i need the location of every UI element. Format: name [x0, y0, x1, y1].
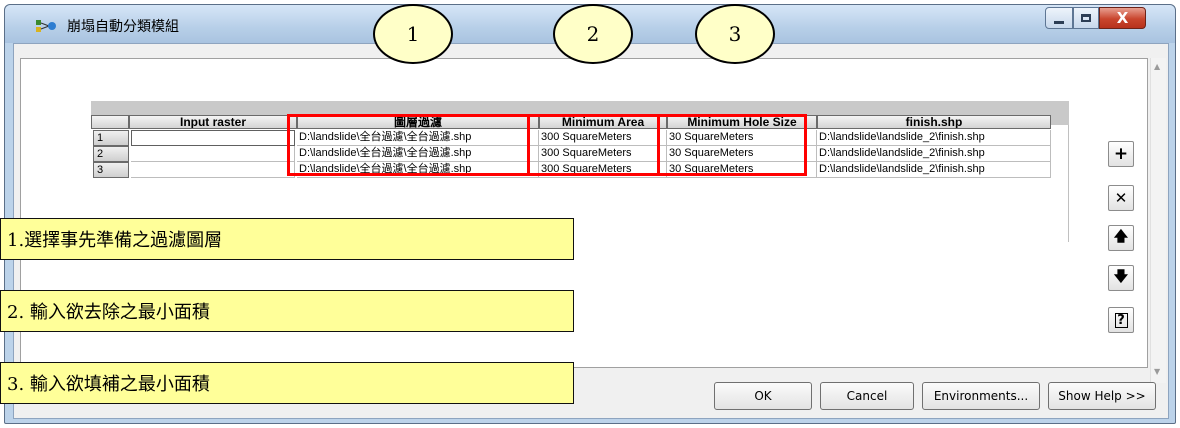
dialog-window: 崩塌自動分類模組 X Input raster 圖層過濾 Minimum Are…	[4, 4, 1176, 424]
move-down-button[interactable]: 🡇	[1108, 265, 1134, 291]
input-raster-cell[interactable]	[131, 130, 295, 146]
minimum-area-cell[interactable]: 300 SquareMeters	[539, 162, 667, 178]
minimum-hole-size-cell[interactable]: 30 SquareMeters	[667, 130, 817, 146]
row-number[interactable]: 2	[93, 146, 129, 162]
cancel-button[interactable]: Cancel	[820, 382, 914, 410]
minimize-button[interactable]	[1045, 7, 1073, 29]
finish-shp-cell[interactable]: D:\landslide\landslide_2\finish.shp	[817, 130, 1051, 146]
help-button[interactable]: ?	[1108, 307, 1134, 333]
finish-shp-cell[interactable]: D:\landslide\landslide_2\finish.shp	[817, 162, 1051, 178]
grid-corner-header	[91, 115, 129, 129]
column-header-finish-shp[interactable]: finish.shp	[817, 115, 1051, 129]
add-row-button[interactable]: +	[1108, 141, 1134, 167]
close-button[interactable]: X	[1099, 7, 1146, 29]
column-header-input-raster[interactable]: Input raster	[129, 115, 297, 129]
scroll-up-icon[interactable]: ▲	[1154, 62, 1160, 71]
maximize-icon	[1081, 14, 1091, 22]
delete-row-button[interactable]: ✕	[1108, 185, 1134, 211]
column-header-minimum-area[interactable]: Minimum Area	[539, 115, 667, 129]
table-row: 2 D:\landslide\全台過濾\全台過濾.shp 300 SquareM…	[91, 146, 1051, 162]
note-select-filter-layer: 1.選擇事先準備之過濾圖層	[0, 218, 574, 260]
column-header-minimum-hole-size[interactable]: Minimum Hole Size	[667, 115, 817, 129]
minimum-hole-size-cell[interactable]: 30 SquareMeters	[667, 162, 817, 178]
model-icon	[36, 20, 56, 32]
input-raster-cell[interactable]	[131, 146, 295, 162]
filter-layer-cell[interactable]: D:\landslide\全台過濾\全台過濾.shp	[297, 162, 539, 178]
callout-1: 1	[373, 4, 453, 64]
finish-shp-cell[interactable]: D:\landslide\landslide_2\finish.shp	[817, 146, 1051, 162]
column-header-filter-layer[interactable]: 圖層過濾	[297, 115, 539, 129]
window-title: 崩塌自動分類模組	[67, 19, 179, 35]
callout-2: 2	[553, 4, 633, 64]
row-number[interactable]: 1	[93, 130, 129, 146]
delete-icon: ✕	[1114, 189, 1128, 207]
minimum-area-cell[interactable]: 300 SquareMeters	[539, 130, 667, 146]
note-minimum-area: 2. 輸入欲去除之最小面積	[0, 290, 574, 332]
table-row: 3 D:\landslide\全台過濾\全台過濾.shp 300 SquareM…	[91, 162, 1051, 178]
maximize-button[interactable]	[1073, 7, 1099, 29]
row-number[interactable]: 3	[93, 162, 129, 178]
ok-button[interactable]: OK	[714, 382, 812, 410]
arrow-down-icon: 🡇	[1113, 269, 1129, 285]
move-up-button[interactable]: 🡅	[1108, 225, 1134, 251]
show-help-button[interactable]: Show Help >>	[1048, 382, 1156, 410]
callout-3: 3	[695, 4, 775, 64]
filter-layer-cell[interactable]: D:\landslide\全台過濾\全台過濾.shp	[297, 130, 539, 146]
arrow-up-icon: 🡅	[1113, 229, 1129, 245]
table-row: 1 D:\landslide\全台過濾\全台過濾.shp 300 SquareM…	[91, 130, 1051, 146]
minimize-icon	[1054, 20, 1064, 24]
filter-layer-cell[interactable]: D:\landslide\全台過濾\全台過濾.shp	[297, 146, 539, 162]
note-minimum-hole-size: 3. 輸入欲填補之最小面積	[0, 362, 574, 404]
scroll-down-icon[interactable]: ▼	[1154, 367, 1160, 376]
minimum-hole-size-cell[interactable]: 30 SquareMeters	[667, 146, 817, 162]
input-raster-cell[interactable]	[131, 162, 295, 178]
vertical-scrollbar[interactable]: ▲ ▼	[1150, 58, 1166, 383]
minimum-area-cell[interactable]: 300 SquareMeters	[539, 146, 667, 162]
environments-button[interactable]: Environments...	[922, 382, 1040, 410]
close-icon: X	[1116, 9, 1129, 27]
plus-icon: +	[1113, 144, 1129, 164]
help-icon: ?	[1114, 312, 1128, 328]
